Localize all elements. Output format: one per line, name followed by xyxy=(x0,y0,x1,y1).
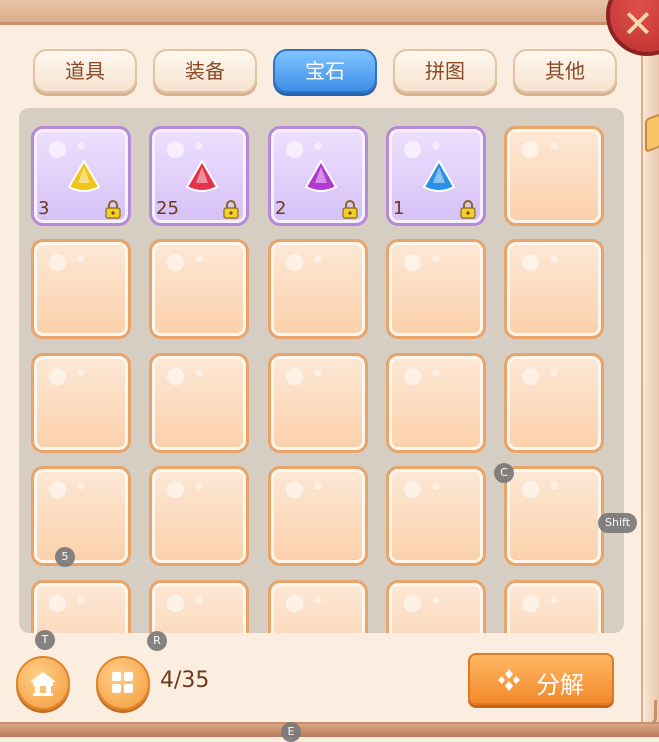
inventory-slot-empty[interactable] xyxy=(149,239,249,339)
inventory-slot-empty[interactable] xyxy=(268,239,368,339)
purple-gem-icon xyxy=(304,159,338,192)
hint-r: R xyxy=(147,631,167,651)
inventory-slot-empty[interactable] xyxy=(268,580,368,633)
inventory-slot-empty[interactable] xyxy=(504,126,604,226)
item-count: 3 xyxy=(38,198,50,219)
tab-items[interactable]: 道具 xyxy=(33,49,137,93)
red-gem-icon xyxy=(185,159,219,192)
lock-icon xyxy=(342,200,358,219)
decompose-label: 分解 xyxy=(536,671,584,699)
inventory-slot-empty[interactable] xyxy=(149,580,249,633)
inventory-grid: 3 25 2 1 xyxy=(19,108,624,633)
decompose-button[interactable]: 分解 xyxy=(468,653,614,705)
home-icon xyxy=(30,672,56,696)
inventory-slot-empty[interactable] xyxy=(31,466,131,566)
hint-e: E xyxy=(281,722,301,742)
hint-shift: Shift xyxy=(598,513,638,533)
inventory-slot-empty[interactable] xyxy=(31,239,131,339)
inventory-slot-empty[interactable] xyxy=(386,239,486,339)
hint-c: C xyxy=(494,463,514,483)
inventory-slot-empty[interactable] xyxy=(268,353,368,453)
inventory-slot-purple-gem[interactable]: 2 xyxy=(268,126,368,226)
inventory-capacity: 4/35 xyxy=(160,668,210,693)
inventory-slot-empty[interactable] xyxy=(31,580,131,633)
close-icon: ✕ xyxy=(622,2,654,46)
hint-5: 5 xyxy=(55,547,75,567)
home-button[interactable] xyxy=(16,656,70,710)
inventory-slot-empty[interactable] xyxy=(504,239,604,339)
close-button[interactable]: ✕ xyxy=(606,0,659,56)
lock-icon xyxy=(223,200,239,219)
panel-top-border xyxy=(0,0,659,25)
inventory-slot-empty[interactable] xyxy=(386,466,486,566)
item-count: 1 xyxy=(393,198,405,219)
inventory-slot-empty[interactable] xyxy=(149,353,249,453)
inventory-slot-empty[interactable] xyxy=(504,580,604,633)
inventory-slot-empty[interactable] xyxy=(149,466,249,566)
yellow-gem-icon xyxy=(67,159,101,192)
inventory-slot-red-gem[interactable]: 25 xyxy=(149,126,249,226)
inventory-slot-blue-gem[interactable]: 1 xyxy=(386,126,486,226)
tab-puzzle[interactable]: 拼图 xyxy=(393,49,497,93)
inventory-slot-empty[interactable] xyxy=(504,353,604,453)
item-count: 2 xyxy=(275,198,287,219)
inventory-slot-empty[interactable] xyxy=(31,353,131,453)
inventory-slot-empty[interactable] xyxy=(268,466,368,566)
inventory-slot-empty[interactable] xyxy=(386,580,486,633)
inventory-slot-empty[interactable] xyxy=(504,466,604,566)
blue-gem-icon xyxy=(422,159,456,192)
inventory-slot-empty[interactable] xyxy=(386,353,486,453)
hint-t: T xyxy=(35,630,55,650)
decompose-icon xyxy=(498,669,520,691)
tab-other[interactable]: 其他 xyxy=(513,49,617,93)
grid-icon xyxy=(112,672,133,693)
item-count: 25 xyxy=(156,198,179,219)
lock-icon xyxy=(105,200,121,219)
grid-view-button[interactable] xyxy=(96,656,150,710)
tab-equipment[interactable]: 装备 xyxy=(153,49,257,93)
side-tab-notch[interactable] xyxy=(645,113,659,153)
inventory-slot-yellow-gem[interactable]: 3 xyxy=(31,126,131,226)
tab-gems[interactable]: 宝石 xyxy=(273,49,377,93)
lock-icon xyxy=(460,200,476,219)
